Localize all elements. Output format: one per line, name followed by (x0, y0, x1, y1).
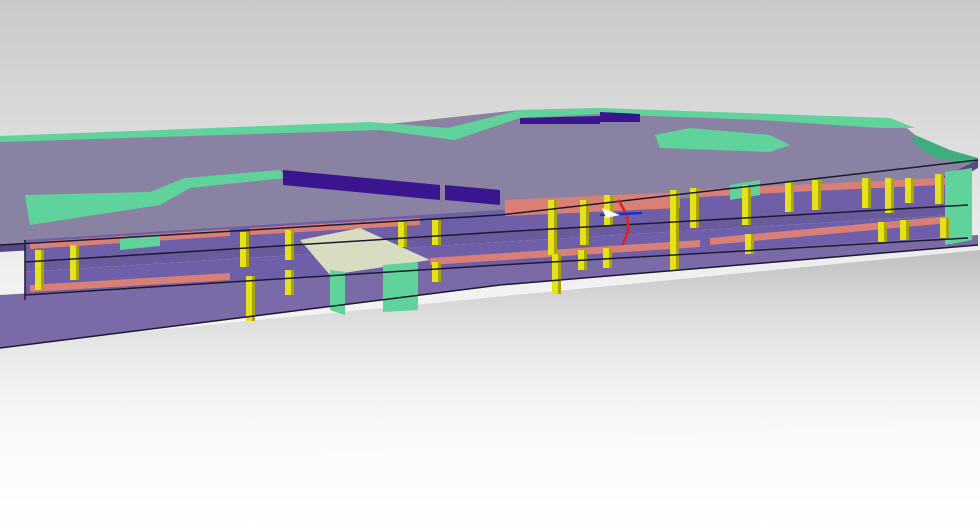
column-shade (911, 178, 914, 203)
column-shade (246, 232, 249, 267)
column-shade (941, 174, 944, 204)
column-shade (404, 222, 407, 247)
column-shade (76, 245, 79, 280)
column-shade (438, 220, 441, 245)
column-shade (891, 178, 894, 213)
column-shade (252, 276, 255, 321)
stair-core (383, 262, 418, 312)
column-shade (586, 200, 589, 245)
ramp-wall (330, 270, 345, 315)
column-shade (791, 182, 794, 212)
column-shade (748, 185, 751, 225)
column-shade (676, 190, 679, 245)
3d-viewport[interactable] (0, 0, 980, 530)
column-shade (558, 254, 561, 294)
column-shade (696, 188, 699, 228)
column-shade (41, 250, 44, 290)
column-shade (884, 222, 887, 242)
column-shade (610, 195, 613, 225)
column-shade (946, 218, 949, 238)
column-shade (818, 180, 821, 210)
building-section-model[interactable] (0, 0, 980, 530)
column-shade (438, 262, 441, 282)
column-shade (906, 220, 909, 240)
column-shade (291, 270, 294, 295)
column-shade (868, 178, 871, 208)
